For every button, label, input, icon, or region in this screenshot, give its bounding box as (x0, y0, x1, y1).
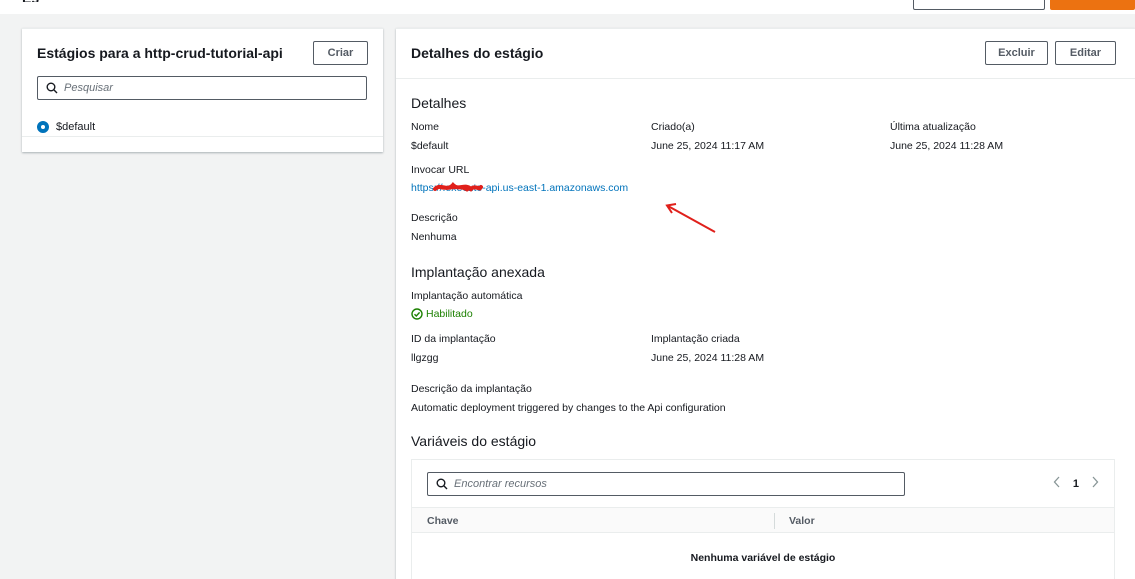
stages-search-placeholder: Pesquisar (64, 82, 113, 94)
updated-label: Última atualização (890, 121, 976, 133)
variables-empty-message: Nenhuma variável de estágio (690, 552, 836, 564)
deployment-created-value: June 25, 2024 11:28 AM (651, 352, 765, 364)
created-value: June 25, 2024 11:17 AM (651, 140, 765, 152)
column-header-value[interactable]: Valor (789, 515, 815, 527)
name-value: $default (411, 140, 449, 152)
delete-button[interactable]: Excluir (985, 41, 1048, 65)
description-label: Descrição (411, 212, 458, 224)
auto-deploy-label: Implantação automática (411, 290, 523, 302)
column-header-key[interactable]: Chave (427, 515, 459, 527)
check-circle-icon (411, 308, 423, 320)
variables-table-header: Chave Valor (412, 507, 1114, 533)
pagination: 1 (1053, 476, 1099, 491)
create-stage-button[interactable]: Criar (313, 41, 368, 65)
edit-button[interactable]: Editar (1055, 41, 1116, 65)
stage-item-label: $default (56, 121, 96, 133)
top-primary-button[interactable] (1050, 0, 1135, 10)
invoke-url-label: Invocar URL (411, 164, 470, 176)
stages-panel: Estágios para a http-crud-tutorial-api C… (22, 28, 383, 152)
stage-details-panel: Detalhes do estágio Excluir Editar Detal… (396, 28, 1135, 579)
name-label: Nome (411, 121, 440, 133)
top-strip: Es (0, 0, 1135, 14)
auto-deploy-status: Habilitado (411, 308, 473, 320)
variables-table: Encontrar recursos 1 Chave Valor Nenhuma… (411, 459, 1115, 579)
page-title-fragment: Es (22, 0, 82, 2)
stages-panel-title: Estágios para a http-crud-tutorial-api (37, 45, 283, 61)
redaction-scribble (433, 182, 483, 192)
deployment-description-label: Descrição da implantação (411, 383, 532, 395)
variables-search-input[interactable]: Encontrar recursos (427, 472, 905, 496)
top-action-button[interactable] (913, 0, 1045, 10)
chevron-right-icon[interactable] (1091, 476, 1099, 491)
stages-search-input[interactable]: Pesquisar (37, 76, 367, 100)
stage-item-default[interactable]: $default (37, 121, 95, 133)
variables-search-placeholder: Encontrar recursos (454, 478, 547, 490)
column-divider (774, 513, 775, 529)
deployment-id-value: llgzgg (411, 352, 439, 364)
search-icon (436, 478, 448, 490)
auto-deploy-value: Habilitado (426, 308, 473, 320)
chevron-left-icon[interactable] (1053, 476, 1061, 491)
radio-selected-icon[interactable] (37, 121, 49, 133)
variables-section-title: Variáveis do estágio (411, 433, 537, 449)
stage-details-title: Detalhes do estágio (411, 45, 544, 61)
description-value: Nenhuma (411, 231, 457, 243)
arrow-annotation (665, 203, 716, 233)
stage-details-header: Detalhes do estágio Excluir Editar (396, 29, 1135, 79)
created-label: Criado(a) (651, 121, 695, 133)
deployment-created-label: Implantação criada (651, 333, 740, 345)
deployment-id-label: ID da implantação (411, 333, 496, 345)
updated-value: June 25, 2024 11:28 AM (890, 140, 1004, 152)
details-section-title: Detalhes (411, 95, 467, 111)
deployment-section-title: Implantação anexada (411, 264, 545, 280)
page-number[interactable]: 1 (1073, 478, 1079, 490)
search-icon (46, 82, 58, 94)
deployment-description-value: Automatic deployment triggered by change… (411, 402, 726, 414)
